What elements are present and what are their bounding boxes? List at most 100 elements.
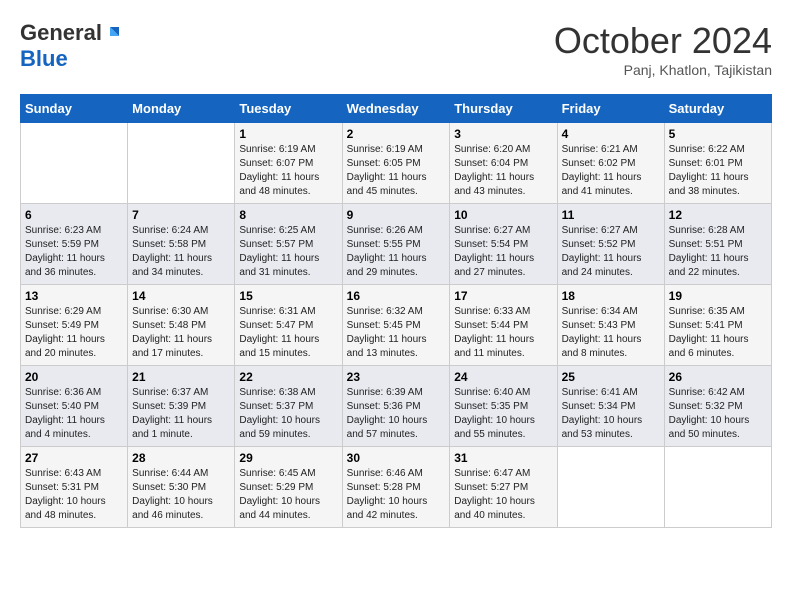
day-info: Sunrise: 6:45 AM Sunset: 5:29 PM Dayligh… xyxy=(239,467,337,523)
calendar-cell: 24 Sunrise: 6:40 AM Sunset: 5:35 PM Dayli… xyxy=(450,366,557,447)
day-info: Sunrise: 6:41 AM Sunset: 5:34 PM Dayligh… xyxy=(562,386,660,442)
day-info: Sunrise: 6:39 AM Sunset: 5:36 PM Dayligh… xyxy=(347,386,446,442)
col-wednesday: Wednesday xyxy=(342,95,450,123)
day-number: 27 xyxy=(25,451,123,465)
day-number: 30 xyxy=(347,451,446,465)
day-info: Sunrise: 6:23 AM Sunset: 5:59 PM Dayligh… xyxy=(25,224,123,280)
calendar-cell: 26Sunrise: 6:42 AM Sunset: 5:32 PM Dayli… xyxy=(664,366,771,447)
day-info: Sunrise: 6:30 AM Sunset: 5:48 PM Dayligh… xyxy=(132,305,230,361)
calendar-cell: 21 Sunrise: 6:37 AM Sunset: 5:39 PM Dayli… xyxy=(128,366,235,447)
day-info: Sunrise: 6:19 AM Sunset: 6:07 PM Dayligh… xyxy=(239,143,337,199)
calendar-cell: 17 Sunrise: 6:33 AM Sunset: 5:44 PM Dayli… xyxy=(450,285,557,366)
day-number: 17 xyxy=(454,289,552,303)
day-number: 21 xyxy=(132,370,230,384)
day-info: Sunrise: 6:26 AM Sunset: 5:55 PM Dayligh… xyxy=(347,224,446,280)
col-tuesday: Tuesday xyxy=(235,95,342,123)
day-number: 8 xyxy=(239,208,337,222)
calendar-cell: 27 Sunrise: 6:43 AM Sunset: 5:31 PM Dayli… xyxy=(21,447,128,528)
day-info: Sunrise: 6:20 AM Sunset: 6:04 PM Dayligh… xyxy=(454,143,552,199)
day-number: 6 xyxy=(25,208,123,222)
calendar-cell: 1Sunrise: 6:19 AM Sunset: 6:07 PM Daylig… xyxy=(235,123,342,204)
day-number: 18 xyxy=(562,289,660,303)
day-info: Sunrise: 6:37 AM Sunset: 5:39 PM Dayligh… xyxy=(132,386,230,442)
day-number: 13 xyxy=(25,289,123,303)
calendar-cell xyxy=(21,123,128,204)
day-number: 7 xyxy=(132,208,230,222)
logo-general: General xyxy=(20,20,102,46)
day-info: Sunrise: 6:34 AM Sunset: 5:43 PM Dayligh… xyxy=(562,305,660,361)
calendar-week-3: 13 Sunrise: 6:29 AM Sunset: 5:49 PM Dayli… xyxy=(21,285,772,366)
calendar-cell: 23 Sunrise: 6:39 AM Sunset: 5:36 PM Dayli… xyxy=(342,366,450,447)
calendar-cell xyxy=(128,123,235,204)
day-number: 14 xyxy=(132,289,230,303)
calendar-cell: 22Sunrise: 6:38 AM Sunset: 5:37 PM Dayli… xyxy=(235,366,342,447)
calendar-cell: 9Sunrise: 6:26 AM Sunset: 5:55 PM Daylig… xyxy=(342,204,450,285)
calendar-cell: 13 Sunrise: 6:29 AM Sunset: 5:49 PM Dayli… xyxy=(21,285,128,366)
col-sunday: Sunday xyxy=(21,95,128,123)
calendar-cell: 31 Sunrise: 6:47 AM Sunset: 5:27 PM Dayli… xyxy=(450,447,557,528)
day-info: Sunrise: 6:22 AM Sunset: 6:01 PM Dayligh… xyxy=(669,143,767,199)
day-number: 19 xyxy=(669,289,767,303)
logo-blue: Blue xyxy=(20,46,68,72)
calendar-cell: 11 Sunrise: 6:27 AM Sunset: 5:52 PM Dayli… xyxy=(557,204,664,285)
day-number: 23 xyxy=(347,370,446,384)
day-number: 11 xyxy=(562,208,660,222)
calendar-table: Sunday Monday Tuesday Wednesday Thursday… xyxy=(20,94,772,528)
col-monday: Monday xyxy=(128,95,235,123)
calendar-cell: 3Sunrise: 6:20 AM Sunset: 6:04 PM Daylig… xyxy=(450,123,557,204)
calendar-cell: 28Sunrise: 6:44 AM Sunset: 5:30 PM Dayli… xyxy=(128,447,235,528)
calendar-cell xyxy=(664,447,771,528)
day-info: Sunrise: 6:29 AM Sunset: 5:49 PM Dayligh… xyxy=(25,305,123,361)
day-number: 31 xyxy=(454,451,552,465)
day-info: Sunrise: 6:21 AM Sunset: 6:02 PM Dayligh… xyxy=(562,143,660,199)
day-info: Sunrise: 6:35 AM Sunset: 5:41 PM Dayligh… xyxy=(669,305,767,361)
day-info: Sunrise: 6:47 AM Sunset: 5:27 PM Dayligh… xyxy=(454,467,552,523)
title-section: October 2024 Panj, Khatlon, Tajikistan xyxy=(554,20,772,78)
calendar-week-1: 1Sunrise: 6:19 AM Sunset: 6:07 PM Daylig… xyxy=(21,123,772,204)
day-info: Sunrise: 6:46 AM Sunset: 5:28 PM Dayligh… xyxy=(347,467,446,523)
calendar-week-4: 20Sunrise: 6:36 AM Sunset: 5:40 PM Dayli… xyxy=(21,366,772,447)
day-number: 2 xyxy=(347,127,446,141)
day-number: 10 xyxy=(454,208,552,222)
day-info: Sunrise: 6:44 AM Sunset: 5:30 PM Dayligh… xyxy=(132,467,230,523)
col-thursday: Thursday xyxy=(450,95,557,123)
calendar-week-5: 27 Sunrise: 6:43 AM Sunset: 5:31 PM Dayli… xyxy=(21,447,772,528)
calendar-cell: 4 Sunrise: 6:21 AM Sunset: 6:02 PM Daylig… xyxy=(557,123,664,204)
day-number: 12 xyxy=(669,208,767,222)
day-number: 4 xyxy=(562,127,660,141)
day-info: Sunrise: 6:31 AM Sunset: 5:47 PM Dayligh… xyxy=(239,305,337,361)
day-info: Sunrise: 6:28 AM Sunset: 5:51 PM Dayligh… xyxy=(669,224,767,280)
calendar-cell: 5Sunrise: 6:22 AM Sunset: 6:01 PM Daylig… xyxy=(664,123,771,204)
calendar-cell: 6 Sunrise: 6:23 AM Sunset: 5:59 PM Daylig… xyxy=(21,204,128,285)
calendar-body: 1Sunrise: 6:19 AM Sunset: 6:07 PM Daylig… xyxy=(21,123,772,528)
calendar-header: Sunday Monday Tuesday Wednesday Thursday… xyxy=(21,95,772,123)
calendar-cell: 19 Sunrise: 6:35 AM Sunset: 5:41 PM Dayli… xyxy=(664,285,771,366)
day-info: Sunrise: 6:42 AM Sunset: 5:32 PM Dayligh… xyxy=(669,386,767,442)
day-info: Sunrise: 6:25 AM Sunset: 5:57 PM Dayligh… xyxy=(239,224,337,280)
calendar-cell: 12 Sunrise: 6:28 AM Sunset: 5:51 PM Dayli… xyxy=(664,204,771,285)
day-info: Sunrise: 6:27 AM Sunset: 5:54 PM Dayligh… xyxy=(454,224,552,280)
day-info: Sunrise: 6:40 AM Sunset: 5:35 PM Dayligh… xyxy=(454,386,552,442)
col-friday: Friday xyxy=(557,95,664,123)
day-info: Sunrise: 6:27 AM Sunset: 5:52 PM Dayligh… xyxy=(562,224,660,280)
day-info: Sunrise: 6:19 AM Sunset: 6:05 PM Dayligh… xyxy=(347,143,446,199)
day-number: 20 xyxy=(25,370,123,384)
calendar-cell: 18 Sunrise: 6:34 AM Sunset: 5:43 PM Dayli… xyxy=(557,285,664,366)
day-number: 25 xyxy=(562,370,660,384)
calendar-cell: 10 Sunrise: 6:27 AM Sunset: 5:54 PM Dayli… xyxy=(450,204,557,285)
page-header: General Blue October 2024 Panj, Khatlon,… xyxy=(20,20,772,78)
day-number: 24 xyxy=(454,370,552,384)
calendar-cell: 16Sunrise: 6:32 AM Sunset: 5:45 PM Dayli… xyxy=(342,285,450,366)
calendar-cell: 14 Sunrise: 6:30 AM Sunset: 5:48 PM Dayli… xyxy=(128,285,235,366)
day-info: Sunrise: 6:43 AM Sunset: 5:31 PM Dayligh… xyxy=(25,467,123,523)
header-row: Sunday Monday Tuesday Wednesday Thursday… xyxy=(21,95,772,123)
day-info: Sunrise: 6:33 AM Sunset: 5:44 PM Dayligh… xyxy=(454,305,552,361)
calendar-cell xyxy=(557,447,664,528)
logo: General Blue xyxy=(20,20,122,72)
day-number: 29 xyxy=(239,451,337,465)
month-title: October 2024 xyxy=(554,20,772,62)
calendar-week-2: 6 Sunrise: 6:23 AM Sunset: 5:59 PM Daylig… xyxy=(21,204,772,285)
calendar-cell: 29 Sunrise: 6:45 AM Sunset: 5:29 PM Dayli… xyxy=(235,447,342,528)
day-number: 22 xyxy=(239,370,337,384)
calendar-cell: 8 Sunrise: 6:25 AM Sunset: 5:57 PM Daylig… xyxy=(235,204,342,285)
